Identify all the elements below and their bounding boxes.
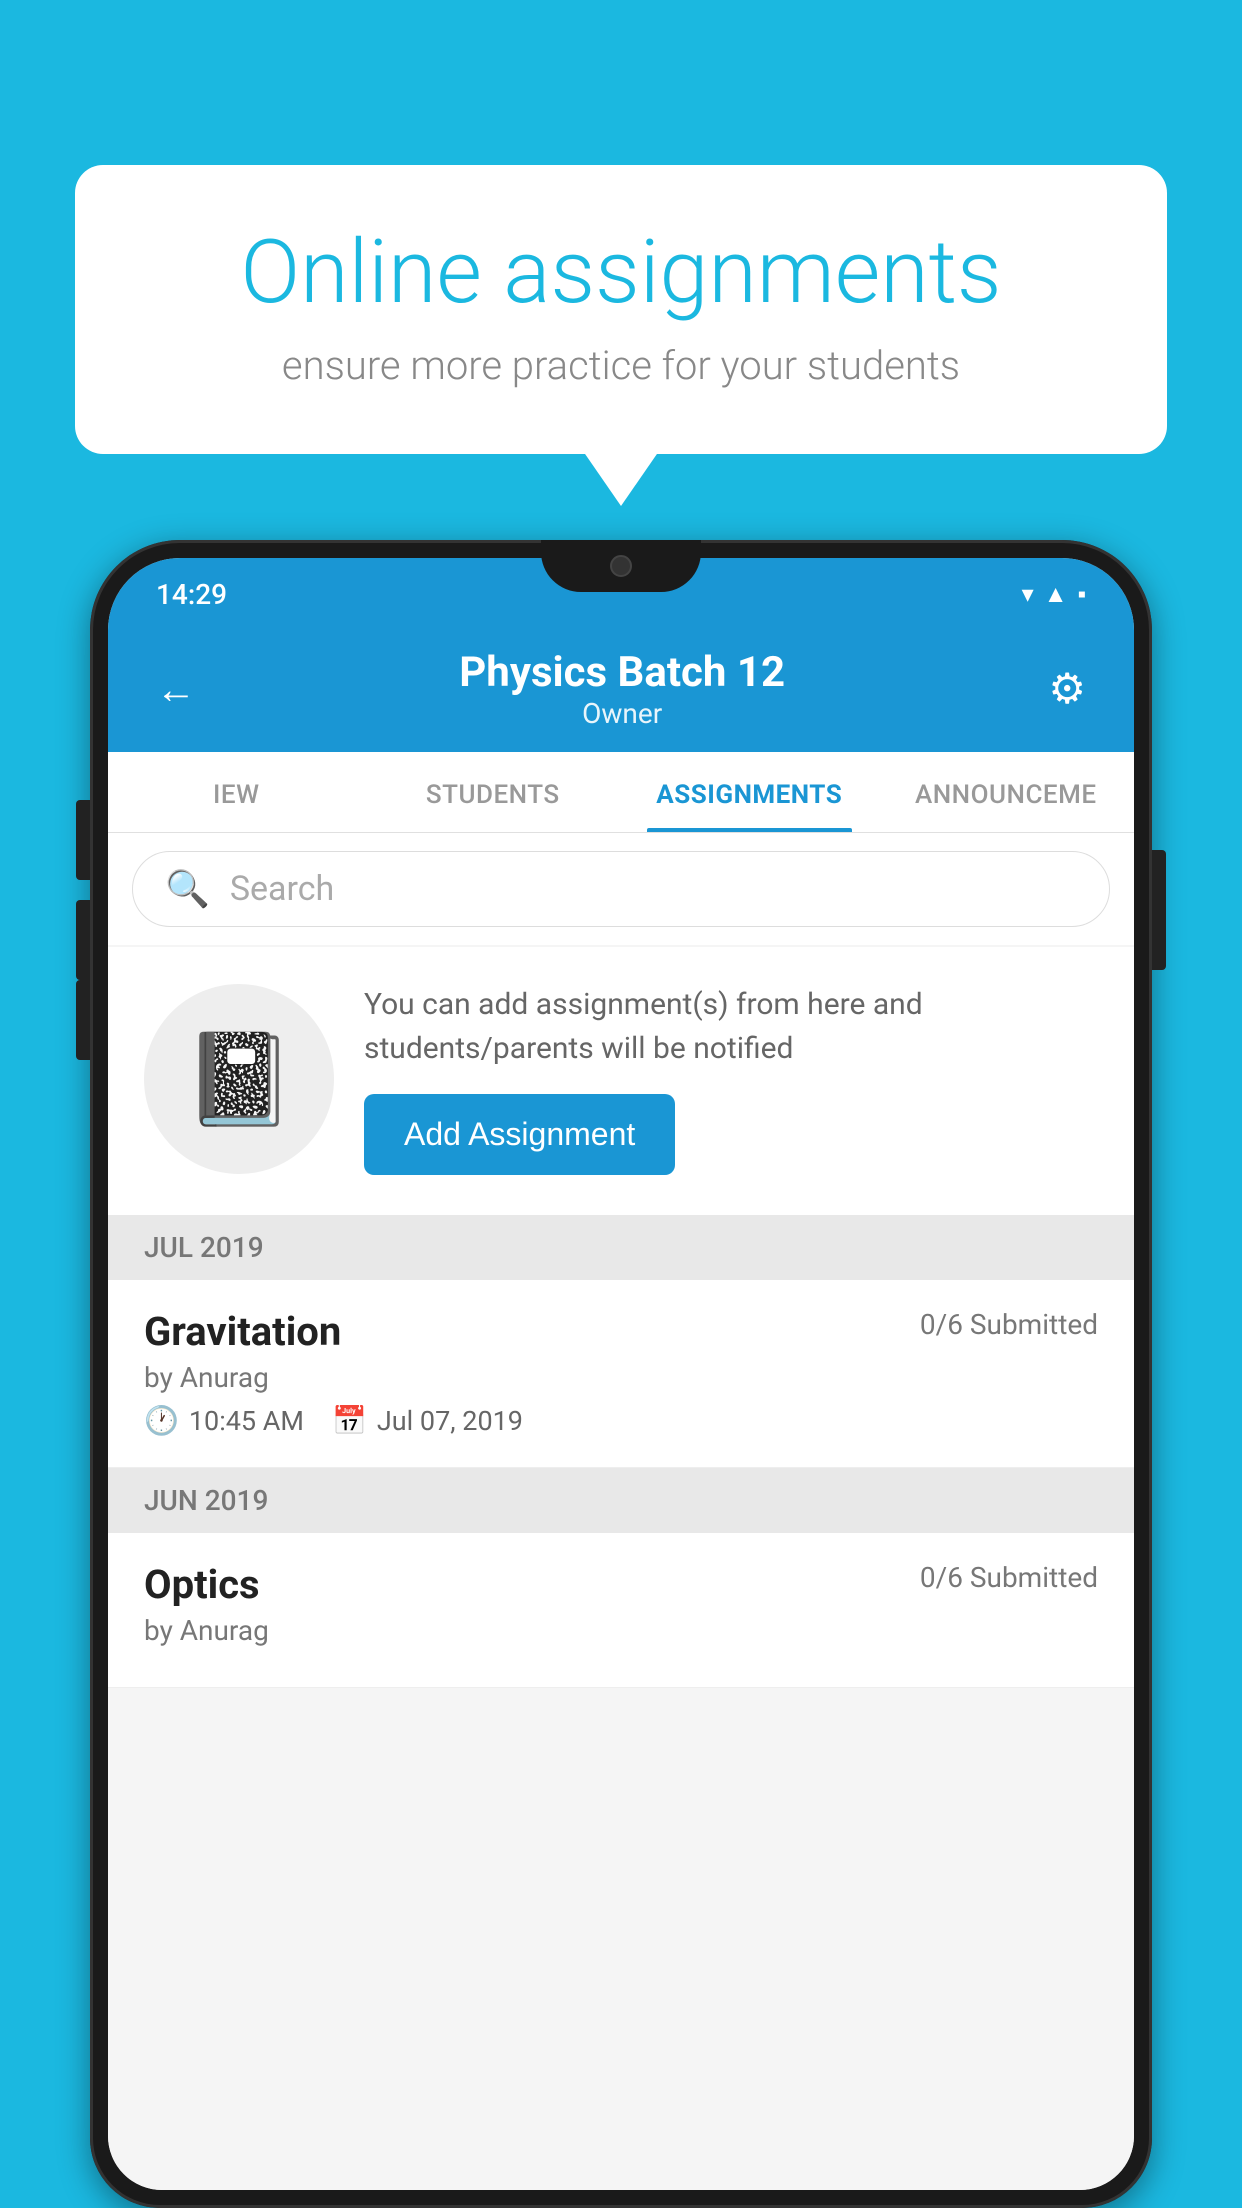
assignment-item-gravitation[interactable]: Gravitation 0/6 Submitted by Anurag 🕐 10… [108, 1280, 1134, 1468]
promo-icon-circle: 📓 [144, 984, 334, 1174]
search-icon: 🔍 [165, 868, 210, 910]
section-header-jun: JUN 2019 [108, 1468, 1134, 1533]
tab-assignments[interactable]: ASSIGNMENTS [621, 752, 878, 832]
assignment-submitted-optics: 0/6 Submitted [920, 1561, 1098, 1594]
app-title: Physics Batch 12 [459, 648, 785, 697]
tab-announcements[interactable]: ANNOUNCEME [878, 752, 1135, 832]
phone-container: 14:29 ▾ ▲ ▪ ← Physics Batch 12 Owner ⚙ I… [90, 540, 1152, 2208]
speech-bubble-title: Online assignments [145, 225, 1097, 322]
back-button[interactable]: ← [156, 666, 196, 713]
notch [541, 540, 701, 592]
calendar-icon: 📅 [332, 1404, 367, 1437]
assignment-by: by Anurag [144, 1361, 1098, 1394]
promo-description: You can add assignment(s) from here and … [364, 983, 1098, 1070]
assignment-item-header: Gravitation 0/6 Submitted [144, 1308, 1098, 1355]
assignment-item-header-optics: Optics 0/6 Submitted [144, 1561, 1098, 1608]
app-header: ← Physics Batch 12 Owner ⚙ [108, 630, 1134, 752]
status-time: 14:29 [156, 578, 227, 611]
assignment-submitted: 0/6 Submitted [920, 1308, 1098, 1341]
battery-icon: ▪ [1077, 580, 1086, 609]
tab-iew[interactable]: IEW [108, 752, 365, 832]
notebook-icon: 📓 [183, 1027, 295, 1132]
status-icons: ▾ ▲ ▪ [1022, 580, 1086, 609]
phone-outer: 14:29 ▾ ▲ ▪ ← Physics Batch 12 Owner ⚙ I… [90, 540, 1152, 2208]
wifi-icon: ▾ [1022, 580, 1034, 608]
assignment-time: 🕐 10:45 AM [144, 1404, 304, 1437]
search-bar[interactable]: 🔍 Search [132, 851, 1110, 927]
add-assignment-button[interactable]: Add Assignment [364, 1094, 675, 1175]
search-bar-container: 🔍 Search [108, 833, 1134, 945]
assignment-item-optics[interactable]: Optics 0/6 Submitted by Anurag [108, 1533, 1134, 1688]
assignment-title-optics: Optics [144, 1561, 260, 1608]
camera-dot [610, 555, 632, 577]
section-header-jul: JUL 2019 [108, 1215, 1134, 1280]
assignment-meta: 🕐 10:45 AM 📅 Jul 07, 2019 [144, 1404, 1098, 1437]
app-subtitle: Owner [459, 697, 785, 730]
content-area: 🔍 Search 📓 You can add assignment(s) fro… [108, 833, 1134, 2190]
assignment-date: 📅 Jul 07, 2019 [332, 1404, 523, 1437]
assignment-by-optics: by Anurag [144, 1614, 1098, 1647]
speech-bubble: Online assignments ensure more practice … [75, 165, 1167, 454]
settings-icon[interactable]: ⚙ [1048, 664, 1086, 714]
tabs-bar: IEW STUDENTS ASSIGNMENTS ANNOUNCEME [108, 752, 1134, 833]
signal-icon: ▲ [1044, 580, 1068, 609]
speech-bubble-subtitle: ensure more practice for your students [145, 342, 1097, 389]
tab-students[interactable]: STUDENTS [365, 752, 622, 832]
phone-screen: 14:29 ▾ ▲ ▪ ← Physics Batch 12 Owner ⚙ I… [108, 558, 1134, 2190]
speech-bubble-container: Online assignments ensure more practice … [75, 165, 1167, 454]
assignment-title: Gravitation [144, 1308, 341, 1355]
search-placeholder: Search [230, 869, 334, 909]
promo-section: 📓 You can add assignment(s) from here an… [108, 947, 1134, 1215]
header-title-block: Physics Batch 12 Owner [459, 648, 785, 730]
promo-text-block: You can add assignment(s) from here and … [364, 983, 1098, 1175]
clock-icon: 🕐 [144, 1404, 179, 1437]
